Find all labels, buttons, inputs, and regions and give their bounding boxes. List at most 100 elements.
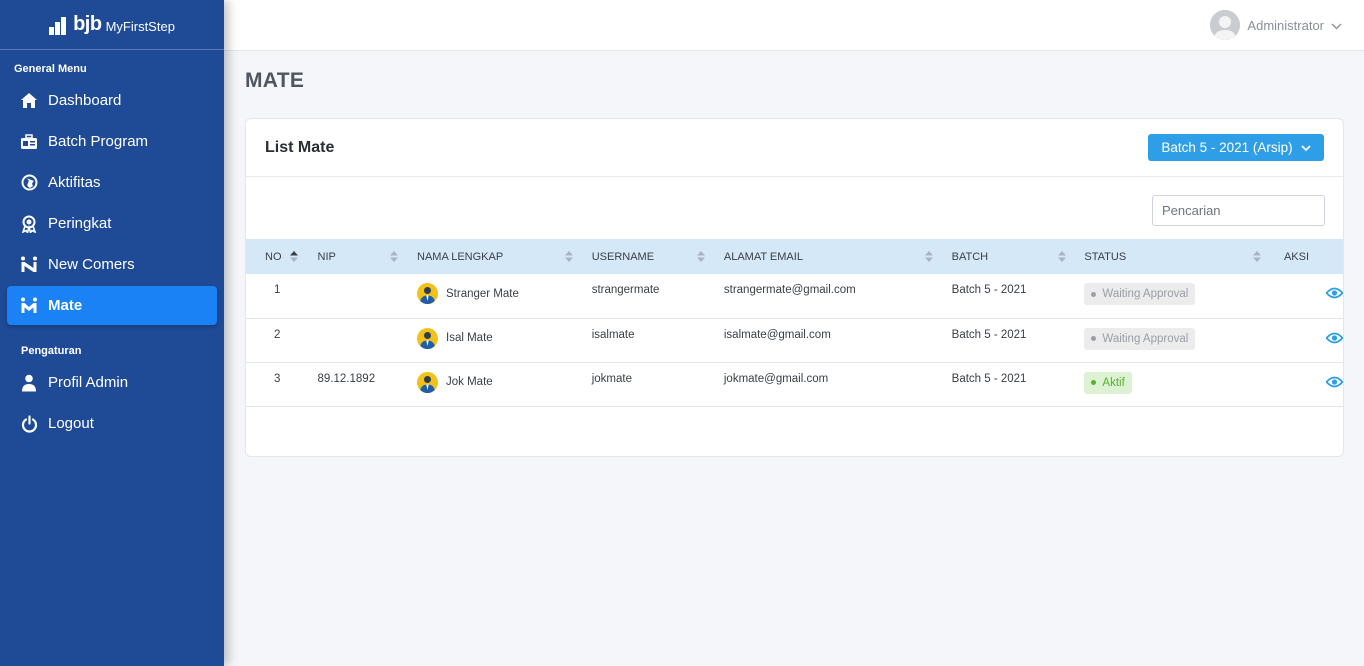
sidebar-item-label: Aktifitas [48, 174, 101, 191]
cell-name: Isal Mate [417, 318, 592, 362]
view-eye-icon[interactable] [1325, 376, 1344, 391]
sidebar-item-label: Logout [48, 415, 94, 432]
sidebar-item-batch-program[interactable]: Batch Program [7, 122, 217, 161]
column-header-alamat-email[interactable]: ALAMAT EMAIL [724, 239, 952, 274]
person-avatar-icon [417, 371, 438, 393]
sidebar-item-logout[interactable]: Logout [7, 404, 217, 443]
user-menu[interactable]: Administrator [1210, 10, 1342, 40]
cell-status: Waiting Approval [1084, 274, 1271, 318]
brand-logo[interactable]: bjb MyFirstStep [0, 0, 224, 50]
cell-no: 3 [274, 372, 281, 385]
cell-nip [318, 274, 417, 318]
home-icon [20, 92, 38, 110]
cell-status: Aktif [1084, 362, 1271, 406]
cell-email: strangermate@gmail.com [723, 284, 856, 296]
column-header-status[interactable]: STATUS [1084, 239, 1271, 274]
new-comers-icon [20, 256, 38, 274]
mate-name: Stranger Mate [446, 287, 519, 300]
user-icon [20, 374, 38, 392]
bjb-logo-icon [49, 15, 67, 35]
cell-aksi [1271, 318, 1344, 362]
table-row: 2 Isal Mate isalmate isalmate@gmail.com … [246, 318, 1344, 362]
cell-name: Stranger Mate [417, 274, 592, 318]
sidebar-item-label: Batch Program [48, 133, 149, 150]
person-avatar-icon [417, 327, 438, 349]
sidebar-item-mate[interactable]: Mate [7, 286, 217, 325]
search-input[interactable] [1152, 195, 1325, 226]
search-row [246, 177, 1343, 239]
status-badge: Waiting Approval [1084, 327, 1196, 350]
sort-asc-icon [290, 251, 298, 262]
cell-status: Waiting Approval [1084, 318, 1271, 362]
briefcase-icon [20, 133, 38, 151]
view-eye-icon[interactable] [1325, 332, 1344, 347]
sort-icon [696, 251, 705, 262]
cell-username: jokmate [591, 372, 632, 385]
sidebar-item-label: Dashboard [48, 92, 122, 109]
status-badge: Waiting Approval [1084, 283, 1196, 305]
cell-batch: Batch 5 - 2021 [951, 284, 1027, 296]
mate-name: Jok Mate [446, 376, 493, 388]
column-header-nip[interactable]: NIP [318, 239, 417, 274]
table-header-row: NO NIP NAMA LENGKAP USERNAME ALAMAT EMAI… [246, 239, 1343, 274]
mate-name: Isal Mate [446, 332, 493, 344]
top-header: Administrator [224, 0, 1364, 51]
menu-section-pengaturan: Pengaturan [21, 345, 82, 357]
sidebar: bjb MyFirstStep General Menu Dashboard B… [0, 0, 224, 666]
sidebar-item-aktifitas[interactable]: Aktifitas [7, 163, 217, 202]
status-badge: Aktif [1084, 371, 1132, 394]
sidebar-item-new-comers[interactable]: New Comers [7, 245, 217, 284]
column-header-aksi: AKSI [1283, 250, 1310, 263]
table-row: 1 Stranger Mate strangermate strangermat… [246, 274, 1344, 318]
sort-icon [924, 251, 933, 262]
sidebar-item-label: Peringkat [48, 215, 112, 232]
cell-username: isalmate [591, 328, 635, 341]
cell-no: 2 [274, 328, 281, 341]
sidebar-item-label: Profil Admin [48, 374, 129, 391]
card-title: List Mate [265, 138, 335, 156]
mate-table: NO NIP NAMA LENGKAP USERNAME ALAMAT EMAI… [246, 239, 1344, 407]
sidebar-item-label: New Comers [48, 256, 135, 273]
sidebar-item-dashboard[interactable]: Dashboard [7, 81, 217, 120]
card-header: List Mate Batch 5 - 2021 (Arsip) [246, 119, 1343, 177]
sidebar-item-profil-admin[interactable]: Profil Admin [7, 363, 217, 402]
app-name: MyFirstStep [105, 18, 175, 34]
page-title: MATE [245, 69, 305, 92]
cell-email: isalmate@gmail.com [723, 328, 831, 341]
column-header-username[interactable]: USERNAME [592, 239, 724, 274]
cell-username: strangermate [591, 284, 660, 296]
cell-aksi [1271, 274, 1344, 318]
chevron-down-icon [1331, 18, 1342, 33]
sort-icon [1253, 251, 1262, 262]
column-header-batch[interactable]: BATCH [952, 239, 1085, 274]
sort-icon [565, 251, 573, 262]
cell-email: jokmate@gmail.com [723, 372, 829, 385]
column-header-no[interactable]: NO [246, 239, 318, 274]
mate-icon [20, 297, 38, 315]
table-row: 3 89.12.1892 Jok Mate jokmate jokmate@gm… [246, 362, 1344, 406]
cell-nip: 89.12.1892 [317, 372, 376, 385]
column-header-nama-lengkap[interactable]: NAMA LENGKAP [417, 239, 592, 274]
batch-select-label: Batch 5 - 2021 (Arsip) [1161, 140, 1293, 155]
globe-icon [20, 174, 38, 192]
cell-aksi [1271, 362, 1344, 406]
view-eye-icon[interactable] [1325, 287, 1344, 302]
chevron-down-icon [1301, 140, 1311, 155]
avatar [1210, 10, 1241, 40]
list-mate-card: List Mate Batch 5 - 2021 (Arsip) NO NIP [245, 118, 1344, 457]
sidebar-item-label: Mate [48, 297, 83, 314]
sort-icon [1057, 251, 1066, 262]
menu-section-general: General Menu [14, 63, 87, 75]
cell-no: 1 [274, 284, 281, 296]
sidebar-item-peringkat[interactable]: Peringkat [7, 204, 217, 243]
power-icon [20, 414, 38, 433]
cell-nip [318, 318, 417, 362]
sort-icon [389, 251, 398, 262]
person-avatar-icon [417, 283, 438, 304]
batch-select-button[interactable]: Batch 5 - 2021 (Arsip) [1148, 134, 1324, 161]
cell-batch: Batch 5 - 2021 [951, 328, 1027, 341]
user-name: Administrator [1247, 17, 1324, 33]
cell-batch: Batch 5 - 2021 [951, 372, 1027, 385]
award-icon [20, 215, 38, 233]
logo-text: bjb [73, 13, 102, 35]
